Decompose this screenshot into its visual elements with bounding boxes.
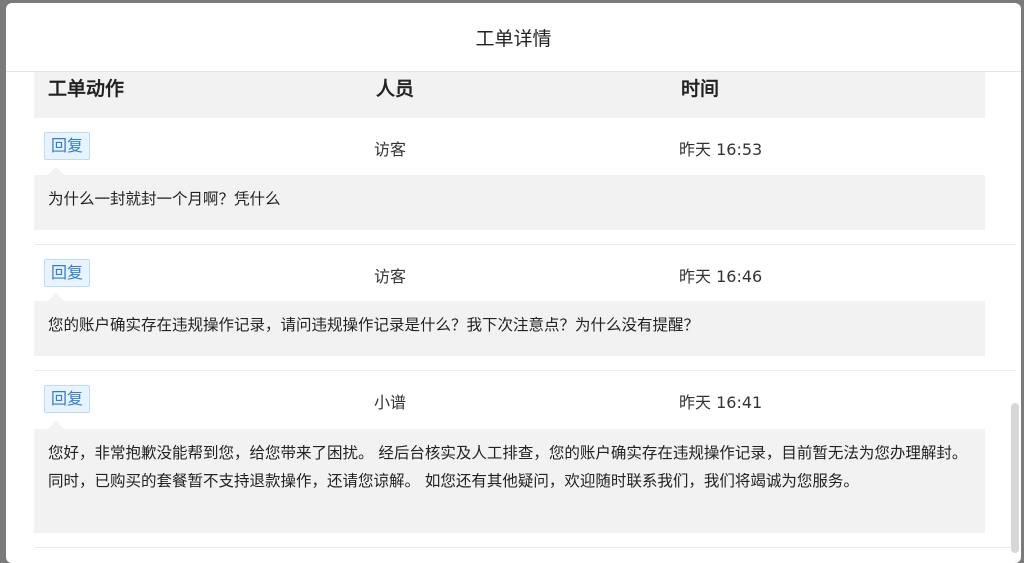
person-cell: 小谱	[374, 393, 407, 412]
vertical-scrollbar[interactable]	[1011, 403, 1019, 553]
table-row: 回复 访客 昨天 16:46 您的账户确实存在违规操作记录，请问违规操作记录是什…	[34, 245, 985, 369]
table-row: 回复 访客 昨天 16:53 为什么一封就封一个月啊？凭什么	[34, 118, 985, 242]
table-header: 工单动作 人员 时间	[34, 72, 985, 118]
time-cell: 昨天 16:46	[679, 267, 763, 286]
dialog-title: 工单详情	[6, 3, 1021, 72]
message-content: 您的账户确实存在违规操作记录，请问违规操作记录是什么？我下次注意点？为什么没有提…	[34, 293, 985, 356]
person-cell: 访客	[374, 267, 407, 286]
person-cell: 访客	[374, 140, 407, 159]
action-tag-reply: 回复	[44, 385, 91, 419]
action-tag-reply: 回复	[44, 259, 91, 293]
header-person: 人员	[376, 78, 415, 100]
ticket-history-table: 工单动作 人员 时间 回复 访客 昨天 16:53 为什么一封就封一个月啊？凭什…	[6, 72, 1021, 563]
message-content: 您好，非常抱歉没能帮到您，给您带来了困扰。 经后台核实及人工排查，您的账户确实存…	[34, 421, 985, 533]
header-action: 工单动作	[48, 78, 125, 100]
message-content: 为什么一封就封一个月啊？凭什么	[34, 167, 985, 230]
table-row: 回复 小谱 昨天 16:41 您好，非常抱歉没能帮到您，给您带来了困扰。 经后台…	[34, 371, 985, 551]
ticket-detail-dialog: 工单详情 工单动作 人员 时间 回复 访客 昨天 16:53 为什么一封就封一个…	[6, 3, 1021, 563]
time-cell: 昨天 16:53	[679, 140, 763, 159]
header-time: 时间	[681, 78, 720, 100]
time-cell: 昨天 16:41	[679, 393, 763, 412]
row-divider	[34, 547, 1016, 548]
action-tag-reply: 回复	[44, 132, 91, 166]
